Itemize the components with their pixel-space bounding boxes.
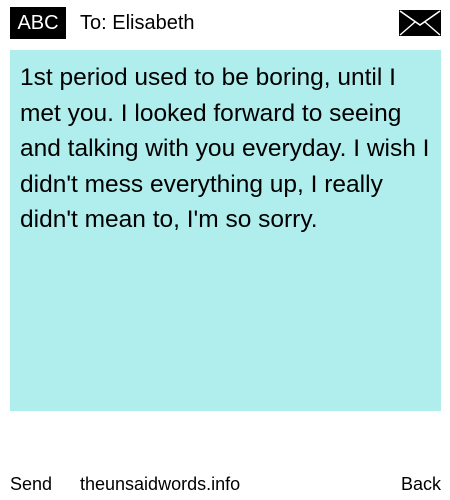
message-text: 1st period used to be boring, until I me… bbox=[20, 64, 430, 233]
footer-bar: Send theunsaidwords.info Back bbox=[0, 470, 450, 498]
envelope-icon bbox=[399, 10, 441, 36]
message-area[interactable]: 1st period used to be boring, until I me… bbox=[10, 50, 441, 411]
site-link[interactable]: theunsaidwords.info bbox=[80, 470, 240, 498]
back-button[interactable]: Back bbox=[401, 470, 441, 498]
input-mode-badge[interactable]: ABC bbox=[10, 7, 66, 39]
send-button[interactable]: Send bbox=[10, 470, 52, 498]
recipient-label: To: Elisabeth bbox=[80, 12, 195, 34]
header-bar: ABC To: Elisabeth bbox=[10, 7, 441, 39]
